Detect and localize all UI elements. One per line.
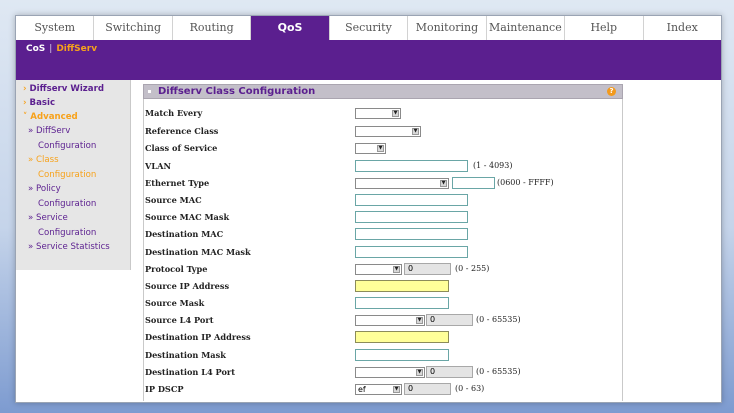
match-every-select[interactable]: ▼	[355, 108, 401, 119]
row-class-of-service: Class of Service ▼	[143, 141, 623, 158]
protocol-type-input[interactable]: 0	[404, 263, 451, 275]
source-mac-mask-input[interactable]	[355, 211, 468, 223]
dropdown-arrow-icon: ▼	[392, 110, 399, 117]
source-mask-input[interactable]	[355, 297, 449, 309]
panel-dot-icon	[148, 90, 151, 93]
source-l4-port-input[interactable]: 0	[426, 314, 473, 326]
ip-dscp-select[interactable]: ef ▼	[355, 384, 402, 395]
reference-class-select[interactable]: ▼	[355, 126, 421, 137]
label-destination-ip: Destination IP Address	[145, 332, 251, 342]
ethernet-type-input[interactable]	[452, 177, 495, 189]
label-protocol-type: Protocol Type	[145, 264, 208, 274]
row-source-ip: Source IP Address	[143, 279, 623, 296]
label-class-of-service: Class of Service	[145, 143, 218, 153]
protocol-type-select[interactable]: ▼	[355, 264, 402, 275]
dropdown-arrow-icon: ▼	[440, 180, 447, 187]
source-l4-range-hint: (0 - 65535)	[476, 315, 521, 324]
destination-l4-port-input[interactable]: 0	[426, 366, 473, 378]
label-source-ip: Source IP Address	[145, 281, 230, 291]
label-source-mask: Source Mask	[145, 298, 205, 308]
source-l4-port-select[interactable]: ▼	[355, 315, 425, 326]
destination-ip-input[interactable]	[355, 331, 449, 343]
label-destination-mac: Destination MAC	[145, 229, 224, 239]
row-source-mac: Source MAC	[143, 193, 623, 210]
label-ethernet-type: Ethernet Type	[145, 178, 210, 188]
label-destination-mask: Destination Mask	[145, 350, 226, 360]
label-match-every: Match Every	[145, 108, 203, 118]
destination-l4-port-select[interactable]: ▼	[355, 367, 425, 378]
label-destination-mac-mask: Destination MAC Mask	[145, 247, 251, 257]
label-destination-l4-port: Destination L4 Port	[145, 367, 236, 377]
destination-mask-input[interactable]	[355, 349, 449, 361]
dropdown-arrow-icon: ▼	[393, 266, 400, 273]
label-vlan: VLAN	[145, 161, 171, 171]
destination-l4-range-hint: (0 - 65535)	[476, 367, 521, 376]
row-source-mac-mask: Source MAC Mask	[143, 210, 623, 227]
ip-dscp-selected: ef	[358, 385, 366, 394]
row-reference-class: Reference Class ▼	[143, 124, 623, 141]
row-destination-mac-mask: Destination MAC Mask	[143, 245, 623, 262]
row-ip-dscp: IP DSCP ef ▼ 0 (0 - 63)	[143, 382, 623, 399]
ethernet-type-range-hint: (0600 - FFFF)	[497, 178, 554, 187]
class-of-service-select[interactable]: ▼	[355, 143, 386, 154]
dropdown-arrow-icon: ▼	[393, 386, 400, 393]
ip-dscp-input[interactable]: 0	[404, 383, 451, 395]
label-source-mac-mask: Source MAC Mask	[145, 212, 230, 222]
row-source-mask: Source Mask	[143, 296, 623, 313]
label-source-l4-port: Source L4 Port	[145, 315, 214, 325]
destination-mac-input[interactable]	[355, 228, 468, 240]
row-destination-ip: Destination IP Address	[143, 330, 623, 347]
row-match-every: Match Every ▼	[143, 106, 623, 123]
row-destination-l4-port: Destination L4 Port ▼ 0 (0 - 65535)	[143, 365, 623, 382]
help-icon[interactable]: ?	[607, 87, 616, 96]
panel-header: Diffserv Class Configuration ?	[143, 84, 623, 99]
row-source-l4-port: Source L4 Port ▼ 0 (0 - 65535)	[143, 313, 623, 330]
dropdown-arrow-icon: ▼	[416, 317, 423, 324]
source-ip-input[interactable]	[355, 280, 449, 292]
row-vlan: VLAN (1 - 4093)	[143, 159, 623, 176]
dropdown-arrow-icon: ▼	[377, 145, 384, 152]
dropdown-arrow-icon: ▼	[412, 128, 419, 135]
dropdown-arrow-icon: ▼	[416, 369, 423, 376]
content-area: Diffserv Class Configuration ? Match Eve…	[15, 15, 720, 401]
destination-mac-mask-input[interactable]	[355, 246, 468, 258]
label-ip-dscp: IP DSCP	[145, 384, 184, 394]
row-destination-mask: Destination Mask	[143, 348, 623, 365]
label-reference-class: Reference Class	[145, 126, 219, 136]
row-destination-mac: Destination MAC	[143, 227, 623, 244]
vlan-input[interactable]	[355, 160, 468, 172]
protocol-range-hint: (0 - 255)	[455, 264, 490, 273]
source-mac-input[interactable]	[355, 194, 468, 206]
ethernet-type-select[interactable]: ▼	[355, 178, 449, 189]
ip-dscp-range-hint: (0 - 63)	[455, 384, 485, 393]
row-ethernet-type: Ethernet Type ▼ (0600 - FFFF)	[143, 176, 623, 193]
page-title: Diffserv Class Configuration	[158, 86, 316, 97]
row-protocol-type: Protocol Type ▼ 0 (0 - 255)	[143, 262, 623, 279]
vlan-range-hint: (1 - 4093)	[473, 161, 513, 170]
label-source-mac: Source MAC	[145, 195, 202, 205]
